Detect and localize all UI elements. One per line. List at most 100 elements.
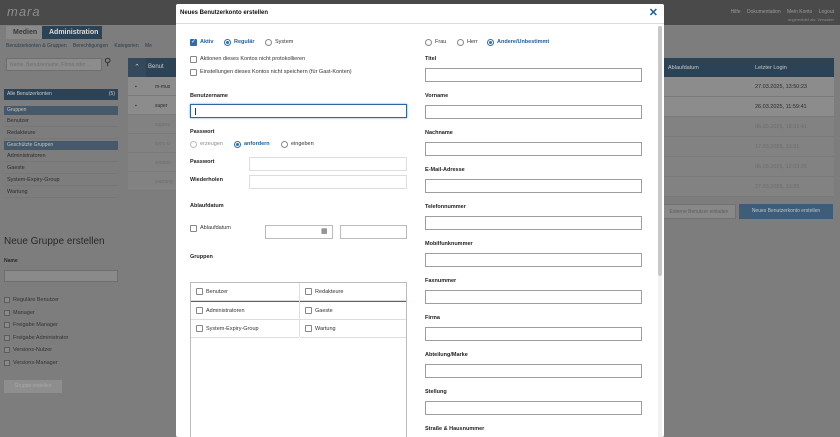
pw-generate-radio[interactable] bbox=[190, 141, 197, 148]
group-option-wartung[interactable]: Wartung bbox=[300, 320, 406, 338]
dialog-scrollbar[interactable] bbox=[658, 26, 662, 437]
help-link[interactable]: Hilfe bbox=[731, 9, 741, 15]
no-log-checkbox[interactable] bbox=[190, 56, 197, 63]
nachname-input[interactable] bbox=[425, 142, 642, 156]
create-group-button[interactable]: Gruppe erstellen bbox=[4, 380, 62, 393]
sidebar-item-administratoren[interactable]: Administratoren bbox=[4, 150, 118, 162]
type-system-radio[interactable] bbox=[265, 39, 272, 46]
group-option-redakteure[interactable]: Redakteure bbox=[300, 283, 406, 301]
docs-link[interactable]: Dokumentation bbox=[747, 9, 781, 15]
column-header-expiry[interactable]: Ablaufdatum bbox=[668, 65, 699, 71]
scrollbar-thumb[interactable] bbox=[658, 26, 662, 276]
new-group-option[interactable]: Versions-Nutzer bbox=[4, 344, 68, 357]
sidebar-all-accounts[interactable]: Alle Benutzerkonten (5) bbox=[4, 89, 118, 100]
new-group-option[interactable]: Versions-Manager bbox=[4, 357, 68, 370]
group-option-benutzer[interactable]: Benutzer bbox=[191, 283, 299, 301]
type-regular-radio[interactable] bbox=[224, 39, 231, 46]
checkbox[interactable] bbox=[4, 322, 10, 329]
table-row[interactable]: 06.03.2025, 18:31:41 bbox=[664, 117, 834, 137]
checkbox[interactable] bbox=[4, 334, 10, 341]
gender-other-radio[interactable] bbox=[487, 39, 494, 46]
group-option-gaeste[interactable]: Gaeste bbox=[300, 302, 406, 320]
column-header-last-login[interactable]: Letzter Login bbox=[755, 65, 787, 71]
row-username: superu bbox=[155, 122, 171, 128]
new-group-option[interactable]: Manager bbox=[4, 307, 68, 320]
pw-enter-radio[interactable] bbox=[281, 141, 288, 148]
new-group-name-input[interactable] bbox=[4, 270, 118, 282]
users-table-right: Ablaufdatum Letzter Login 27.03.2025, 13… bbox=[664, 58, 834, 197]
user-search-input[interactable]: Name, Benutzername, Firma oder ... bbox=[6, 58, 102, 71]
group-option-system-expiry[interactable]: System-Expiry-Group bbox=[191, 320, 299, 338]
checkbox[interactable] bbox=[305, 288, 312, 295]
checkbox[interactable] bbox=[305, 307, 312, 314]
gender-frau-radio[interactable] bbox=[425, 39, 432, 46]
table-row[interactable]: 17.03.2025, 13:21 bbox=[664, 137, 834, 157]
expiry-time-input[interactable] bbox=[340, 225, 407, 239]
sidebar-all-accounts-count: (5) bbox=[108, 91, 115, 97]
abteilung-input[interactable] bbox=[425, 364, 642, 378]
dialog-title: Neues Benutzerkonto erstellen bbox=[180, 10, 269, 16]
sidebar-item-redakteure[interactable]: Redakteure bbox=[4, 127, 118, 139]
telefon-input[interactable] bbox=[425, 216, 642, 230]
checkbox[interactable] bbox=[305, 325, 312, 332]
table-row[interactable]: 27.03.2025, 13:50:23 bbox=[664, 77, 834, 97]
table-row[interactable]: 06.08.2025, 12:03:26 bbox=[664, 157, 834, 177]
group-label: Redakteure bbox=[315, 289, 344, 295]
email-input[interactable] bbox=[425, 179, 642, 193]
close-icon[interactable]: ✕ bbox=[649, 6, 658, 19]
gender-other-label: Andere/Unbestimmt bbox=[497, 39, 550, 45]
repeat-password-input[interactable] bbox=[249, 175, 407, 189]
checkbox[interactable] bbox=[4, 359, 10, 366]
subnav-accounts[interactable]: Benutzerkonten & Gruppen bbox=[6, 43, 67, 49]
checkbox[interactable] bbox=[196, 288, 203, 295]
vorname-input[interactable] bbox=[425, 105, 642, 119]
expiry-section-label: Ablaufdatum bbox=[190, 203, 224, 209]
titel-input[interactable] bbox=[425, 68, 642, 82]
checkbox[interactable] bbox=[4, 297, 10, 304]
create-account-button[interactable]: Neues Benutzerkonto erstellen bbox=[739, 204, 833, 219]
column-header-username[interactable]: Benut bbox=[148, 58, 164, 77]
field-label-email: E-Mail-Adresse bbox=[425, 167, 465, 173]
subnav-more[interactable]: Me bbox=[145, 43, 152, 49]
new-group-option[interactable]: Freigabe Administrator bbox=[4, 332, 68, 345]
subnav-categories[interactable]: Kategorien bbox=[114, 43, 138, 49]
logout-link[interactable]: Logout bbox=[819, 9, 834, 15]
sidebar-item-system-expiry[interactable]: System-Expiry-Group bbox=[4, 174, 118, 186]
pw-request-radio[interactable] bbox=[234, 141, 241, 148]
checkbox[interactable] bbox=[4, 347, 10, 354]
type-regular-label: Regulär bbox=[234, 39, 255, 45]
table-row[interactable]: 27.03.2025, 13:25 bbox=[664, 177, 834, 197]
type-system-label: System bbox=[275, 39, 294, 45]
select-all-chevron-icon[interactable]: ⌃ bbox=[128, 58, 146, 77]
new-group-option[interactable]: Reguläre Benutzer bbox=[4, 294, 68, 307]
new-group-option[interactable]: Freigabe Manager bbox=[4, 319, 68, 332]
group-option-administratoren[interactable]: Administratoren bbox=[191, 302, 299, 320]
gender-herr-radio[interactable] bbox=[457, 39, 464, 46]
tab-administration[interactable]: Administration bbox=[42, 26, 102, 39]
tab-medien[interactable]: Medien bbox=[6, 26, 45, 39]
search-icon[interactable]: ⚲ bbox=[104, 57, 118, 71]
row-username: m-mus bbox=[155, 84, 171, 90]
expiry-checkbox[interactable] bbox=[190, 225, 197, 232]
checkbox[interactable] bbox=[196, 307, 203, 314]
checkbox[interactable] bbox=[196, 325, 203, 332]
fax-input[interactable] bbox=[425, 290, 642, 304]
account-link[interactable]: Mein Konto bbox=[787, 9, 812, 15]
table-row[interactable]: 26.03.2025, 11:59:41 bbox=[664, 97, 834, 117]
sidebar-item-benutzer[interactable]: Benutzer bbox=[4, 115, 118, 127]
stellung-input[interactable] bbox=[425, 401, 642, 415]
expiry-checkbox-label: Ablaufdatum bbox=[200, 225, 231, 231]
checkbox[interactable] bbox=[4, 309, 10, 316]
sidebar-item-gaeste[interactable]: Gaeste bbox=[4, 162, 118, 174]
option-label: Versions-Manager bbox=[13, 359, 58, 366]
active-checkbox[interactable]: ✓ bbox=[190, 39, 197, 46]
firma-input[interactable] bbox=[425, 327, 642, 341]
username-input[interactable] bbox=[190, 104, 407, 118]
subnav-permissions[interactable]: Berechtigungen bbox=[73, 43, 108, 49]
mobil-input[interactable] bbox=[425, 253, 642, 267]
invite-external-button[interactable]: Externe Benutzer einladen bbox=[662, 204, 736, 219]
calendar-icon[interactable]: ▦ bbox=[321, 227, 328, 235]
no-save-checkbox[interactable] bbox=[190, 69, 197, 76]
password-input[interactable] bbox=[249, 157, 407, 171]
sidebar-item-wartung[interactable]: Wartung bbox=[4, 186, 118, 198]
